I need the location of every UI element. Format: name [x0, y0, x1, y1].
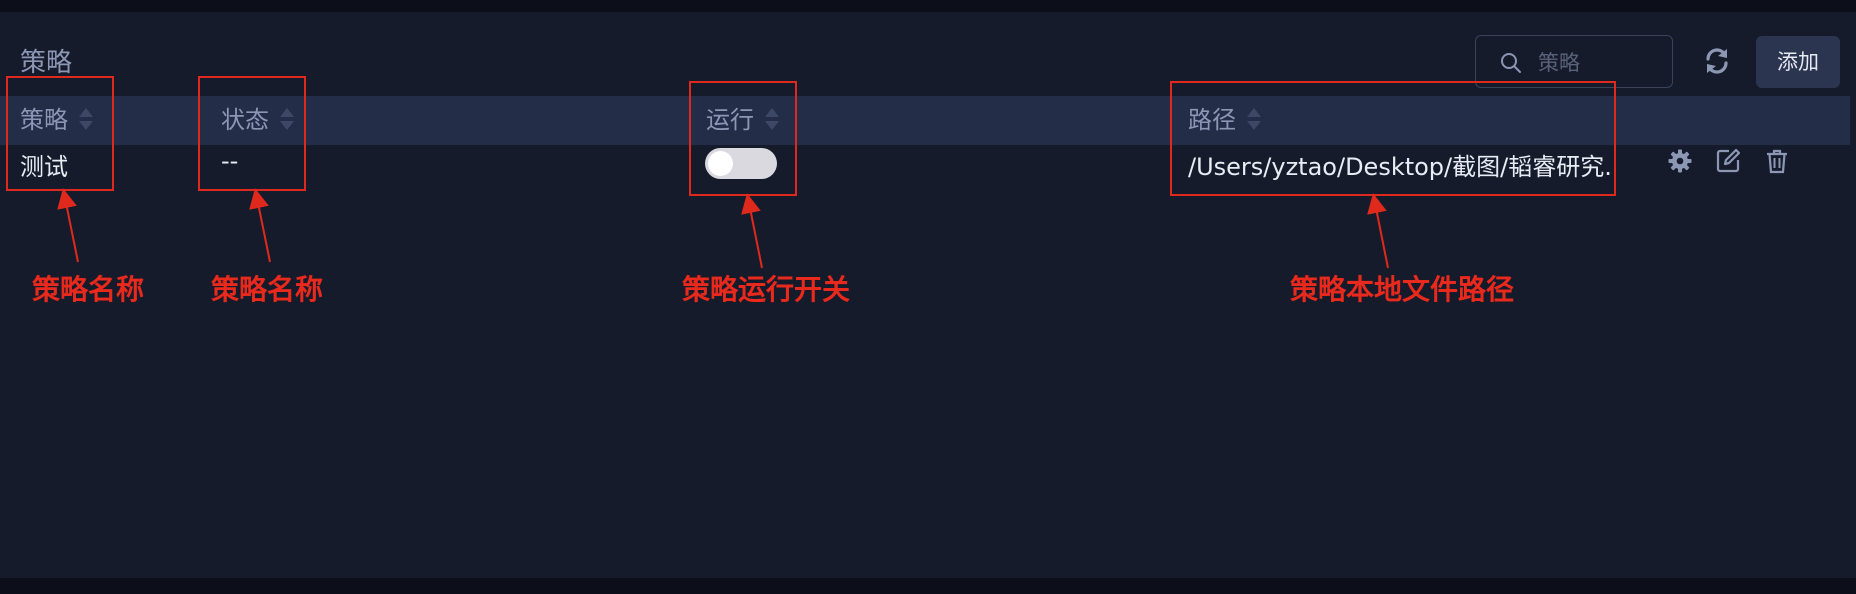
annotation-label-status: 策略名称	[211, 273, 324, 306]
screenshot-stage: 策略 添加 策略 状态 运行	[0, 0, 1856, 594]
annotation-label-path: 策略本地文件路径	[1290, 273, 1515, 306]
annotation-label-strategy: 策略名称	[32, 273, 145, 306]
annotation-label-running: 策略运行开关	[682, 273, 851, 306]
